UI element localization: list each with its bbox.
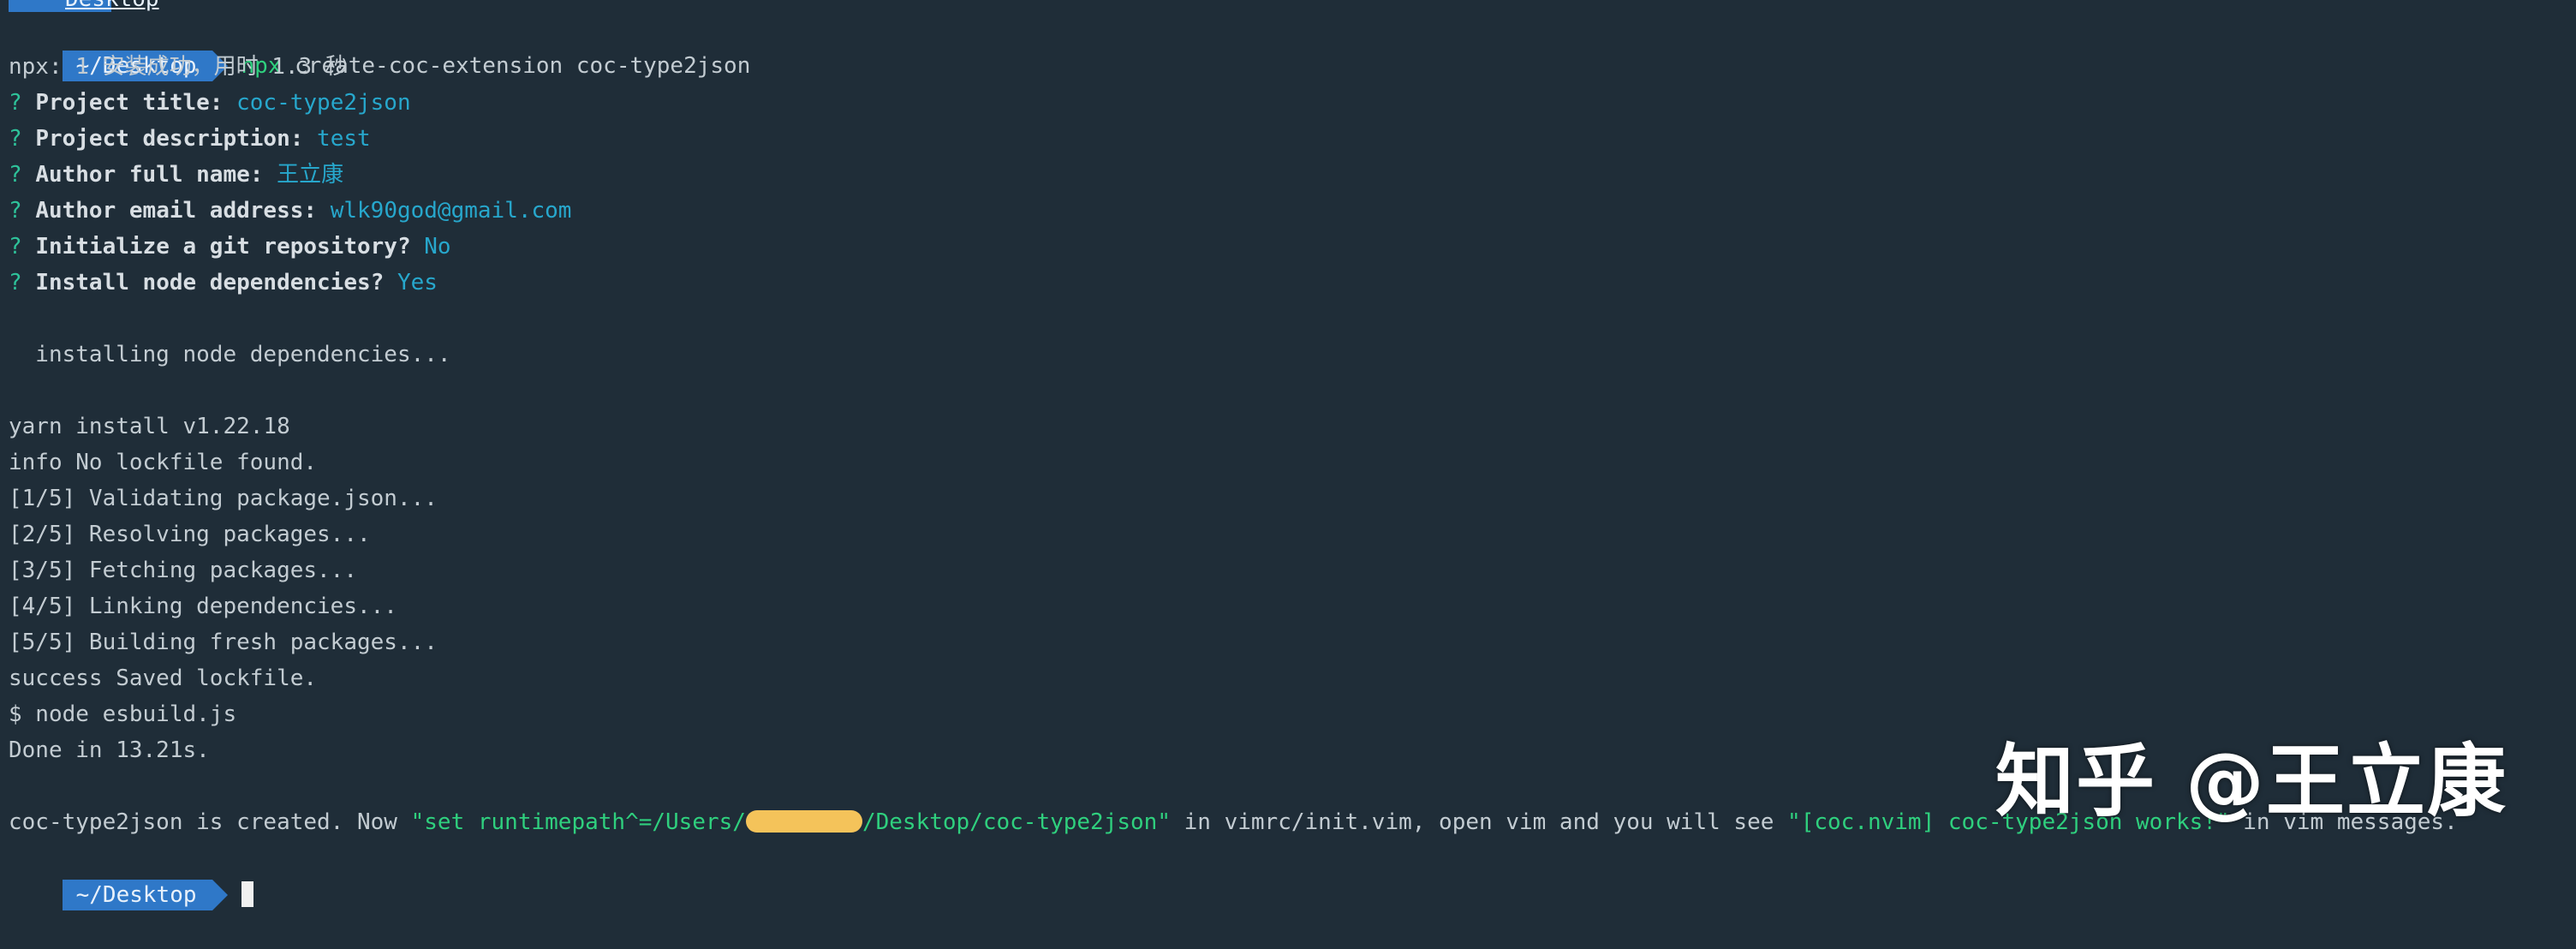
prompt-path: ~/Desktop: [62, 880, 228, 910]
installing-line: installing node dependencies...: [9, 342, 451, 367]
question-line: ? Author email address: wlk90god@gmail.c…: [9, 193, 571, 229]
question-label: Author email address:: [35, 198, 318, 224]
output-line: info No lockfile found.: [9, 450, 318, 475]
question-label: Install node dependencies?: [35, 270, 385, 295]
npx-note: npx: 1 安装成功，用时 1.3 秒: [9, 54, 348, 80]
redacted-username: [745, 809, 862, 833]
runtimepath-string-start: "set runtimepath^=/Users/: [410, 809, 746, 835]
question-mark: ?: [9, 198, 22, 224]
output-line: [4/5] Linking dependencies...: [9, 594, 397, 619]
question-label: Author full name:: [35, 162, 264, 188]
command-args: create-coc-extension coc-type2json: [281, 53, 751, 79]
question-answer: 王立康: [277, 162, 344, 188]
command-line: ~/Desktop npx create-coc-extension coc-ty…: [9, 12, 750, 81]
question-line: ? Install node dependencies? Yes: [9, 265, 438, 301]
output-line: Done in 13.21s.: [9, 737, 210, 763]
question-mark: ?: [9, 270, 22, 295]
output-line: success Saved lockfile.: [9, 665, 318, 691]
output-line: $ node esbuild.js: [9, 701, 237, 727]
question-line: ? Project title: coc-type2json: [9, 85, 411, 121]
output-line: yarn install v1.22.18: [9, 414, 290, 439]
question-line: ? Author full name: 王立康: [9, 157, 343, 193]
question-line: ? Initialize a git repository? No: [9, 229, 451, 265]
output-line: [2/5] Resolving packages...: [9, 522, 371, 547]
previous-prompt-text: Desktop: [65, 0, 159, 10]
question-answer: wlk90god@gmail.com: [330, 198, 572, 224]
output-line: [3/5] Fetching packages...: [9, 558, 357, 583]
final-text-1: coc-type2json is created. Now: [9, 809, 411, 835]
question-label: Project title:: [35, 90, 224, 116]
question-label: Project description:: [35, 126, 304, 152]
terminal-window[interactable]: Desktop ~/Desktopnpx create-coc-extensio…: [0, 0, 2576, 910]
final-text-2: in vimrc/init.vim, open vim and you will…: [1170, 809, 1788, 835]
text-cursor[interactable]: [241, 880, 253, 907]
question-label: Initialize a git repository?: [35, 234, 411, 260]
question-mark: ?: [9, 90, 22, 116]
question-answer: test: [317, 126, 371, 152]
current-prompt-line[interactable]: ~/Desktop: [9, 841, 253, 910]
question-answer: coc-type2json: [236, 90, 411, 116]
question-answer: Yes: [397, 270, 438, 295]
watermark: 知乎 @王立康: [1995, 736, 2507, 827]
question-mark: ?: [9, 162, 22, 188]
output-line: [5/5] Building fresh packages...: [9, 630, 438, 655]
question-line: ? Project description: test: [9, 121, 371, 157]
question-answer: No: [424, 234, 451, 260]
question-mark: ?: [9, 234, 22, 260]
question-mark: ?: [9, 126, 22, 152]
output-line: [1/5] Validating package.json...: [9, 486, 438, 511]
runtimepath-string-end: /Desktop/coc-type2json": [862, 809, 1171, 835]
